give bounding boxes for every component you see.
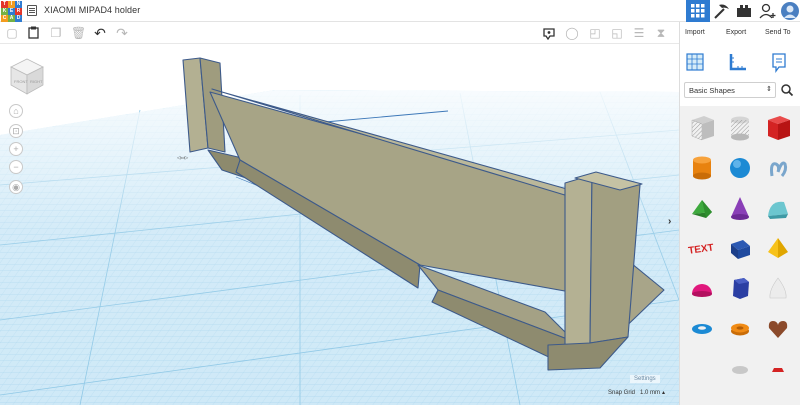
export-button[interactable]: Export <box>726 29 746 36</box>
top-bar: T I N K E R C A D XIAOMI MIPAD4 holder <box>0 0 800 22</box>
search-icon[interactable] <box>780 82 794 98</box>
cone-shape[interactable] <box>722 190 758 226</box>
svg-text:RIGHT: RIGHT <box>30 79 43 84</box>
ruler-icon[interactable] <box>727 51 749 73</box>
logo-cell: I <box>8 1 15 8</box>
shapes-library: TEXT <box>680 106 800 405</box>
logo-cell: K <box>1 8 8 15</box>
heart-shape[interactable] <box>760 310 796 346</box>
svg-text:FRONT: FRONT <box>14 79 28 84</box>
cylinder-hole-shape[interactable] <box>722 110 758 146</box>
fit-view-icon[interactable]: ⊡ <box>9 124 23 138</box>
send-to-button[interactable]: Send To <box>765 29 791 36</box>
shape-category-select[interactable]: Basic Shapes ⇕ <box>684 82 776 98</box>
scribble-shape[interactable] <box>760 150 796 186</box>
round-roof-shape[interactable] <box>760 190 796 226</box>
duplicate-icon[interactable]: ❐ <box>49 26 63 40</box>
workplane-scene[interactable]: ◁▭▷ <box>0 44 679 405</box>
workplane-viewport[interactable]: ◁▭▷ FRONT RIGHT ⌂ ⊡ + − ◉ › <box>0 44 679 405</box>
undo-icon[interactable]: ↶ <box>93 26 107 40</box>
mirror-icon[interactable]: ⧗ <box>654 26 668 40</box>
logo-cell: E <box>8 8 15 15</box>
group-icon[interactable]: ◰ <box>588 26 602 40</box>
paste-icon[interactable] <box>27 26 41 40</box>
design-title[interactable]: XIAOMI MIPAD4 holder <box>44 5 140 15</box>
logo-cell: D <box>15 15 22 22</box>
logo-cell: T <box>1 1 8 8</box>
box-hole-shape[interactable] <box>684 110 720 146</box>
snap-grid-label: Snap Grid <box>608 390 636 396</box>
half-sphere-shape[interactable] <box>684 270 720 306</box>
user-avatar[interactable] <box>780 1 800 21</box>
cylinder-shape[interactable] <box>684 150 720 186</box>
snap-grid-value[interactable]: 1.0 mm <box>640 390 660 396</box>
perspective-toggle-icon[interactable]: ◉ <box>9 180 23 194</box>
zoom-in-icon[interactable]: + <box>9 142 23 156</box>
right-panel: Import Export Send To Basic Shapes ⇕ TEX… <box>679 22 800 405</box>
redo-icon[interactable]: ↷ <box>115 26 129 40</box>
box-shape[interactable] <box>760 110 796 146</box>
partial-shape[interactable] <box>760 350 796 386</box>
align-icon[interactable]: ☰ <box>632 26 646 40</box>
roof-shape[interactable] <box>684 190 720 226</box>
torus-shape[interactable] <box>684 310 720 346</box>
partial-shape[interactable] <box>722 350 758 386</box>
sphere-shape[interactable] <box>722 150 758 186</box>
delete-icon[interactable]: 🗑 <box>71 26 86 40</box>
tinkercad-logo[interactable]: T I N K E R C A D <box>0 0 22 22</box>
zoom-out-icon[interactable]: − <box>9 160 23 174</box>
shape-category-value: Basic Shapes <box>689 86 735 95</box>
view-cube[interactable]: FRONT RIGHT <box>8 57 46 97</box>
codeblocks-pickaxe-icon[interactable] <box>712 2 732 20</box>
snap-grid-dropdown-icon[interactable]: ▴ <box>662 389 665 396</box>
show-all-icon[interactable]: ◯ <box>565 26 579 40</box>
text-shape[interactable]: TEXT <box>684 230 720 266</box>
edit-toolbar: ▢ ❐ 🗑 ↶ ↷ ◯ ◰ ◱ ☰ ⧗ <box>0 22 679 44</box>
import-button[interactable]: Import <box>685 29 705 36</box>
ruler-marker: ◁▭▷ <box>177 155 189 160</box>
ungroup-icon[interactable]: ◱ <box>610 26 624 40</box>
select-updown-icon: ⇕ <box>766 86 772 93</box>
grid-icon <box>691 4 705 18</box>
svg-text:TEXT: TEXT <box>688 242 715 256</box>
3d-design-view-button[interactable] <box>686 0 710 22</box>
new-shape-icon[interactable]: ▢ <box>5 26 19 40</box>
cube-shape[interactable] <box>722 230 758 266</box>
invite-user-icon[interactable] <box>758 2 778 20</box>
logo-cell: A <box>8 15 15 22</box>
lessons-briefcase-icon[interactable] <box>734 2 754 20</box>
design-menu-icon[interactable] <box>27 5 37 16</box>
polygon-shape[interactable] <box>722 270 758 306</box>
tube-shape[interactable] <box>722 310 758 346</box>
home-view-icon[interactable]: ⌂ <box>9 104 23 118</box>
settings-button[interactable]: Settings <box>630 375 660 383</box>
logo-cell: N <box>15 1 22 8</box>
notes-icon[interactable] <box>542 26 556 41</box>
logo-cell: R <box>15 8 22 15</box>
workplane-icon[interactable] <box>684 51 706 73</box>
logo-cell: C <box>1 15 8 22</box>
paraboloid-shape[interactable] <box>760 270 796 306</box>
notes-icon[interactable] <box>768 51 790 73</box>
collapse-panel-chevron-icon[interactable]: › <box>668 216 671 227</box>
pyramid-shape[interactable] <box>760 230 796 266</box>
